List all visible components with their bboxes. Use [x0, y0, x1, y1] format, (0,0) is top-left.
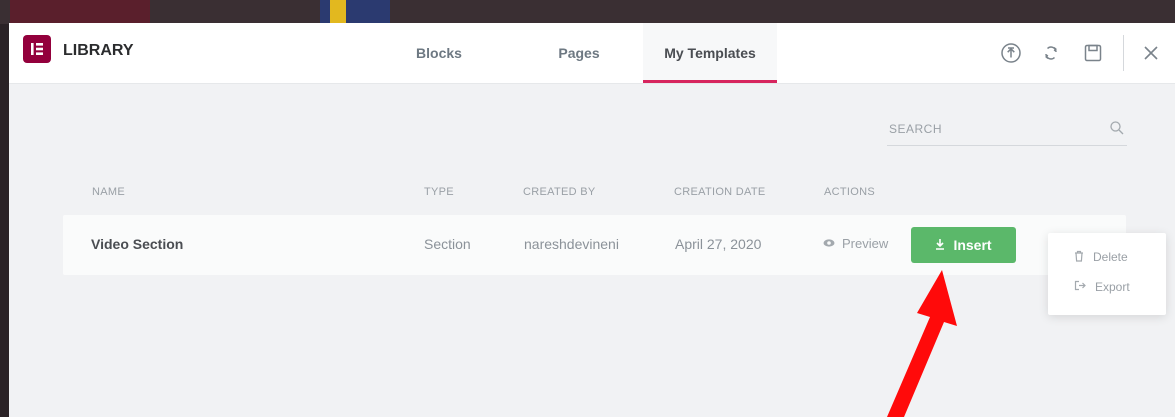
- search-icon[interactable]: [1109, 120, 1125, 141]
- template-author: nareshdevineni: [524, 236, 619, 252]
- eye-icon: [823, 236, 835, 251]
- menu-item-label: Delete: [1093, 250, 1128, 264]
- library-title: LIBRARY: [63, 42, 134, 59]
- red-arrow-annotation: [887, 270, 957, 417]
- template-library-modal: LIBRARY Blocks Pages My Templates SEARCH…: [9, 23, 1175, 417]
- column-header-creation-date: CREATION DATE: [674, 186, 766, 198]
- search-box: [887, 113, 1127, 146]
- template-type: Section: [424, 236, 471, 252]
- save-icon[interactable]: [1081, 41, 1105, 65]
- tab-label: My Templates: [664, 45, 756, 61]
- template-date: April 27, 2020: [675, 236, 762, 252]
- menu-item-label: Export: [1095, 280, 1130, 294]
- modal-header: LIBRARY Blocks Pages My Templates: [9, 23, 1175, 84]
- tab-label: Blocks: [416, 45, 462, 61]
- tab-pages[interactable]: Pages: [529, 23, 629, 83]
- table-row: Video Section Section nareshdevineni Apr…: [63, 215, 1126, 275]
- trash-icon: [1074, 250, 1084, 265]
- insert-label: Insert: [953, 237, 992, 253]
- column-header-created-by: CREATED BY: [523, 186, 596, 198]
- download-icon: [935, 237, 945, 253]
- preview-button[interactable]: Preview: [823, 236, 888, 251]
- sync-icon[interactable]: [1039, 41, 1063, 65]
- search-input[interactable]: [887, 113, 1091, 145]
- column-header-type: TYPE: [424, 186, 454, 198]
- preview-label: Preview: [842, 236, 889, 251]
- column-header-actions: ACTIONS: [824, 186, 875, 198]
- template-actions-menu: Delete Export: [1048, 233, 1166, 315]
- tab-blocks[interactable]: Blocks: [389, 23, 489, 83]
- background-editor-strip: [0, 0, 1175, 24]
- tab-my-templates[interactable]: My Templates: [643, 23, 777, 83]
- close-icon[interactable]: [1139, 41, 1163, 65]
- header-divider: [1123, 35, 1124, 71]
- background-block: [10, 0, 150, 24]
- menu-item-delete[interactable]: Delete: [1074, 247, 1128, 267]
- insert-button[interactable]: Insert: [911, 227, 1016, 263]
- menu-item-export[interactable]: Export: [1074, 277, 1130, 297]
- active-tab-indicator: [643, 80, 777, 83]
- export-icon: [1074, 280, 1086, 294]
- background-block: [330, 0, 346, 24]
- elementor-logo-icon: [23, 35, 51, 63]
- template-name: Video Section: [91, 236, 184, 252]
- column-header-name: NAME: [92, 186, 125, 198]
- tab-label: Pages: [558, 45, 600, 61]
- upload-icon[interactable]: [999, 41, 1023, 65]
